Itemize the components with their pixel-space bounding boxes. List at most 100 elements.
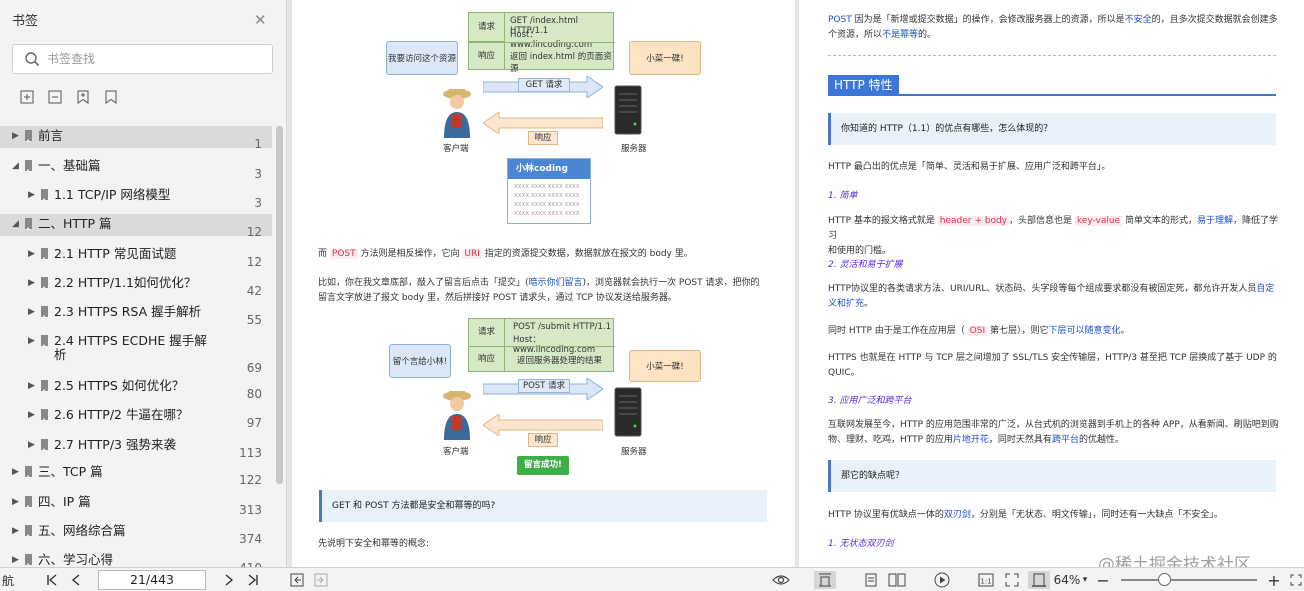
bookmark-icon[interactable] (102, 88, 120, 106)
post-safety-text: POST 因为是「新增或提交数据」的操作，会修改服务器上的资源，所以是不安全的，… (828, 15, 1278, 40)
comment-link[interactable]: 暗示你们留言 (529, 278, 583, 288)
question-box-advantages: 你知道的 HTTP（1.1）的优点有哪些，怎么体现的？ (828, 113, 1276, 145)
collapsed-arrow-icon[interactable]: ▶ (28, 278, 35, 288)
bookmark-flag-icon (41, 439, 48, 451)
bookmark-page-number: 3 (254, 167, 262, 181)
bookmark-search-box[interactable] (12, 44, 273, 74)
collapsed-arrow-icon[interactable]: ▶ (12, 497, 19, 507)
close-icon[interactable]: ✕ (254, 11, 267, 29)
eye-protection-icon[interactable] (771, 571, 791, 589)
add-bookmark-icon[interactable] (74, 88, 92, 106)
bookmark-item[interactable]: ◢ 一、基础篇 3 (0, 156, 272, 181)
expanded-arrow-icon[interactable]: ◢ (12, 161, 19, 171)
bookmark-label: 一、基础篇 (38, 158, 101, 173)
continuous-scroll-icon[interactable] (814, 571, 836, 589)
collapsed-arrow-icon[interactable]: ▶ (12, 526, 19, 536)
flexible-description: HTTP协议里的各类请求方法、URI/URL、状态码、头字段等每个组成要求都没有… (828, 284, 1275, 309)
actual-size-icon[interactable]: 1:1 (976, 571, 996, 589)
response-label-2: 响应 (528, 433, 558, 447)
bookmark-flag-icon (25, 130, 32, 142)
zoom-out-icon[interactable]: − (1095, 571, 1111, 590)
prev-page-icon[interactable] (68, 571, 84, 589)
collapsed-arrow-icon[interactable]: ▶ (28, 381, 35, 391)
server-speech-bubble-2: 小菜一碟! (629, 350, 701, 382)
bookmark-label: 2.4 HTTPS ECDHE 握手解 (54, 333, 207, 348)
bookmark-item[interactable]: ▶ 五、网络综合篇 374 (0, 521, 272, 546)
zoom-in-icon[interactable]: + (1266, 571, 1282, 590)
bookmark-label: 五、网络综合篇 (38, 523, 126, 538)
bookmark-label: 2.5 HTTPS 如何优化？ (54, 378, 185, 393)
fit-width-icon[interactable] (1028, 571, 1050, 589)
single-page-icon[interactable] (862, 571, 880, 589)
bookmark-item[interactable]: ▶ 2.4 HTTPS ECDHE 握手解析 69 (0, 331, 272, 375)
page-number-input[interactable]: 21/443 (98, 570, 206, 590)
bookmark-search-input[interactable] (47, 50, 267, 68)
zoom-slider-handle[interactable] (1158, 573, 1171, 586)
widely-used-description: 互联网发展至今，HTTP 的应用范围非常的广泛，从台式机的浏览器到手机上的各种 … (828, 420, 1279, 445)
zoom-level[interactable]: 64% (1052, 571, 1082, 589)
collapsed-arrow-icon[interactable]: ▶ (28, 440, 35, 450)
bookmark-item[interactable]: ▶ 2.1 HTTP 常见面试题 12 (0, 244, 272, 269)
bookmark-item[interactable]: ▶ 2.7 HTTP/3 强势来袭 113 (0, 435, 272, 460)
pdf-reader-window: 书签 ✕ ▶前言1◢一、基础篇3▶1.1 TCP/IP 网络模型3◢二、HT (0, 0, 1304, 591)
two-page-icon[interactable] (886, 571, 908, 589)
collapsed-arrow-icon[interactable]: ▶ (12, 131, 19, 141)
collapsed-arrow-icon[interactable]: ▶ (28, 336, 35, 346)
fit-page-icon[interactable] (1002, 571, 1022, 589)
collapsed-arrow-icon[interactable]: ▶ (12, 467, 19, 477)
bookmark-item[interactable]: ▶ 2.3 HTTPS RSA 握手解析 55 (0, 302, 272, 327)
bookmark-item[interactable]: ▶ 1.1 TCP/IP 网络模型 3 (0, 185, 272, 210)
sidebar-scrollbar[interactable] (276, 126, 283, 484)
bookmark-label: 四、IP 篇 (38, 494, 91, 509)
zoom-slider-track[interactable] (1121, 579, 1257, 581)
card-content: XXXX XXXX XXXX XXXX XXXX XXXX XXXX XXXX … (514, 184, 580, 217)
bookmark-item[interactable]: ▶ 2.5 HTTPS 如何优化？ 80 (0, 376, 272, 401)
collapsed-arrow-icon[interactable]: ▶ (28, 410, 35, 420)
collapsed-arrow-icon[interactable]: ▶ (28, 307, 35, 317)
bookmark-page-number: 3 (254, 196, 262, 210)
heading-stateless: 1. 无状态双刃剑 (828, 539, 894, 549)
server-label: 服务器 (621, 144, 647, 154)
last-page-icon[interactable] (245, 571, 261, 589)
collapse-all-icon[interactable] (46, 88, 64, 106)
collapsed-arrow-icon[interactable]: ▶ (28, 190, 35, 200)
bookmark-item[interactable]: ▶ 2.6 HTTP/2 牛逼在哪？ 97 (0, 405, 272, 430)
collapsed-arrow-icon[interactable]: ▶ (28, 249, 35, 259)
next-page-icon[interactable] (221, 571, 237, 589)
expanded-arrow-icon[interactable]: ◢ (12, 219, 19, 229)
disadvantages-summary: HTTP 协议里有优缺点一体的双刃剑，分别是「无状态、明文传输」，同时还有一大缺… (828, 510, 1223, 520)
nav-label[interactable]: 航 (0, 571, 16, 589)
fullscreen-icon[interactable] (1288, 571, 1304, 589)
play-icon[interactable] (932, 571, 952, 589)
bookmark-page-number: 374 (239, 532, 262, 546)
bookmark-item[interactable]: ◢ 二、HTTP 篇 12 (0, 214, 272, 239)
bookmark-item[interactable]: ▶六、学习心得410 (0, 550, 272, 567)
heading-flexible: 2. 灵活和易于扩展 (828, 260, 903, 270)
first-page-icon[interactable] (44, 571, 60, 589)
heading-simple: 1. 简单 (828, 191, 858, 201)
zoom-dropdown-icon[interactable]: ▾ (1081, 571, 1089, 589)
safety-intro: 先说明下安全和幂等的概念: (318, 539, 430, 549)
expand-all-icon[interactable] (18, 88, 36, 106)
bookmark-item[interactable]: ▶ 2.2 HTTP/1.1如何优化？ 42 (0, 273, 272, 298)
bookmark-toolbar (18, 88, 120, 106)
bookmark-label: 2.6 HTTP/2 牛逼在哪？ (54, 407, 189, 422)
page-left: 请求 GET /index.html HTTP/1.1 Host：www.lin… (292, 0, 795, 567)
server-icon (614, 85, 642, 135)
forward-icon[interactable] (313, 571, 329, 589)
bookmark-label: 三、TCP 篇 (38, 464, 103, 479)
bookmark-item[interactable]: ▶ 前言 1 (0, 126, 272, 151)
client-person-icon-2 (443, 391, 471, 440)
collapsed-arrow-icon[interactable]: ▶ (12, 555, 19, 565)
document-view[interactable]: 请求 GET /index.html HTTP/1.1 Host：www.lin… (288, 0, 1304, 567)
svg-text:1:1: 1:1 (980, 578, 991, 586)
request-response-table: 请求 GET /index.html HTTP/1.1 Host：www.lin… (468, 12, 615, 74)
back-icon[interactable] (289, 571, 305, 589)
section-title-http-features: HTTP 特性 (828, 75, 899, 95)
bookmark-flag-icon (41, 409, 48, 421)
bookmark-item[interactable]: ▶ 三、TCP 篇 122 (0, 462, 272, 487)
bookmark-flag-icon (25, 496, 32, 508)
bottom-toolbar: 航 21/443 1:1 64% ▾ − + (0, 567, 1304, 591)
bookmark-item[interactable]: ▶ 四、IP 篇 313 (0, 492, 272, 517)
bookmark-label: 二、HTTP 篇 (38, 216, 112, 231)
